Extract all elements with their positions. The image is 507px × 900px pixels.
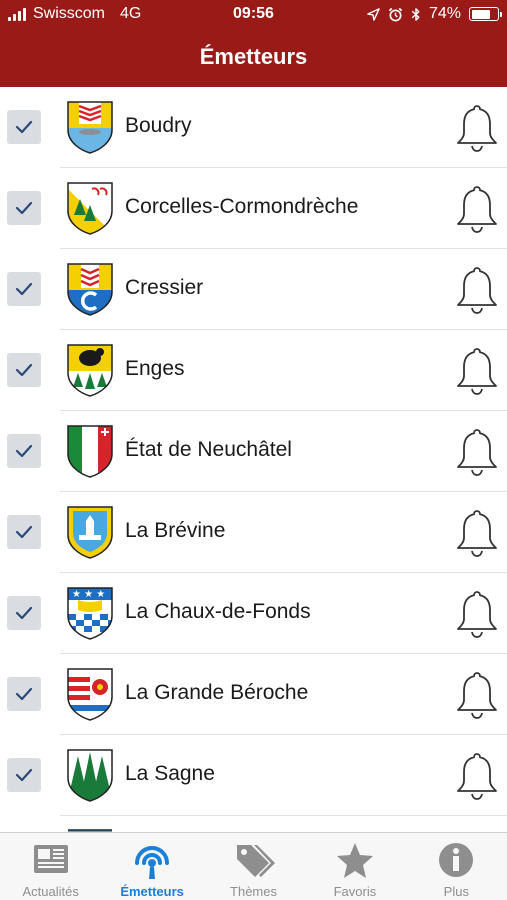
newspaper-icon	[28, 841, 74, 879]
list-item[interactable]: La Grande Béroche	[0, 654, 507, 735]
item-name: Corcelles-Cormondrèche	[125, 195, 359, 218]
checkmark-icon	[15, 444, 33, 458]
checkmark-icon	[15, 525, 33, 539]
la-sagne-crest	[66, 748, 114, 802]
checkmark-icon	[15, 606, 33, 620]
checkmark-icon	[15, 768, 33, 782]
header: Swisscom 4G 09:56 74% Émetteurs	[0, 0, 507, 87]
checkbox[interactable]	[7, 515, 41, 549]
list-item[interactable]: La Brévine	[0, 492, 507, 573]
tab-plus[interactable]: Plus	[406, 833, 507, 900]
item-name: La Grande Béroche	[125, 681, 309, 704]
battery-level	[471, 9, 490, 19]
battery-percent: 74%	[428, 5, 461, 22]
cressier-crest	[66, 262, 114, 316]
item-name: Boudry	[125, 114, 192, 137]
battery-icon	[469, 7, 502, 21]
checkbox[interactable]	[7, 434, 41, 468]
list-item[interactable]: ★ ★ ★ La Chaux-de-Fonds	[0, 573, 507, 654]
bell-icon[interactable]	[453, 103, 501, 153]
tab-emetteurs[interactable]: Émetteurs	[101, 833, 202, 900]
status-bar: Swisscom 4G 09:56 74%	[0, 0, 507, 30]
bluetooth-icon	[411, 7, 420, 21]
emitter-list[interactable]: Boudry Corcelles-Cormondrèche Cressier E…	[0, 87, 507, 832]
info-icon	[433, 841, 479, 879]
checkmark-icon	[15, 363, 33, 377]
tab-label: Plus	[443, 884, 469, 899]
checkbox[interactable]	[7, 677, 41, 711]
neuchatel-crest	[66, 424, 114, 478]
enges-crest	[66, 343, 114, 397]
checkmark-icon	[15, 282, 33, 296]
list-item[interactable]: Boudry	[0, 87, 507, 168]
item-name: La Chaux-de-Fonds	[125, 600, 311, 623]
item-name: Enges	[125, 357, 185, 380]
status-right: 74%	[367, 5, 502, 23]
bell-icon[interactable]	[453, 670, 501, 720]
tab-themes[interactable]: Thèmes	[203, 833, 304, 900]
tab-label: Actualités	[22, 884, 79, 899]
boudry-crest	[66, 100, 114, 154]
item-name: État de Neuchâtel	[125, 438, 292, 461]
item-name: La Sagne	[125, 762, 215, 785]
bell-icon[interactable]	[453, 265, 501, 315]
checkbox[interactable]	[7, 596, 41, 630]
item-name: La Brévine	[125, 519, 226, 542]
list-item[interactable]: La Sagne	[0, 735, 507, 816]
checkbox[interactable]	[7, 110, 41, 144]
list-item[interactable]: État de Neuchâtel	[0, 411, 507, 492]
checkmark-icon	[15, 201, 33, 215]
tab-actualites[interactable]: Actualités	[0, 833, 101, 900]
bell-icon[interactable]	[453, 346, 501, 396]
tab-label: Thèmes	[230, 884, 277, 899]
checkmark-icon	[15, 120, 33, 134]
checkbox[interactable]	[7, 758, 41, 792]
bell-icon[interactable]	[453, 751, 501, 801]
corcelles-crest	[66, 181, 114, 235]
list-item[interactable]: Enges	[0, 330, 507, 411]
tab-bar: Actualités Émetteurs Thèmes Favoris Plus	[0, 832, 507, 900]
broadcast-icon	[129, 841, 175, 879]
checkmark-icon	[15, 687, 33, 701]
bell-icon[interactable]	[453, 427, 501, 477]
page-title: Émetteurs	[199, 44, 308, 69]
location-icon	[367, 7, 380, 21]
list-item-partial[interactable]	[0, 816, 507, 832]
checkbox[interactable]	[7, 353, 41, 387]
tab-favoris[interactable]: Favoris	[304, 833, 405, 900]
star-icon	[332, 841, 378, 879]
bell-icon[interactable]	[453, 589, 501, 639]
bell-icon[interactable]	[453, 508, 501, 558]
la-chaux-de-fonds-crest: ★ ★ ★	[66, 586, 114, 640]
list-item[interactable]: Corcelles-Cormondrèche	[0, 168, 507, 249]
item-name: Cressier	[125, 276, 204, 299]
svg-text:★ ★ ★: ★ ★ ★	[72, 589, 105, 600]
tab-label: Émetteurs	[120, 884, 184, 899]
bell-icon[interactable]	[453, 184, 501, 234]
tags-icon	[231, 841, 277, 879]
tab-label: Favoris	[333, 884, 377, 899]
la-grande-beroche-crest	[66, 667, 114, 721]
checkbox[interactable]	[7, 272, 41, 306]
alarm-icon	[388, 7, 403, 21]
list-item[interactable]: Cressier	[0, 249, 507, 330]
checkbox[interactable]	[7, 191, 41, 225]
la-brevine-crest	[66, 505, 114, 559]
